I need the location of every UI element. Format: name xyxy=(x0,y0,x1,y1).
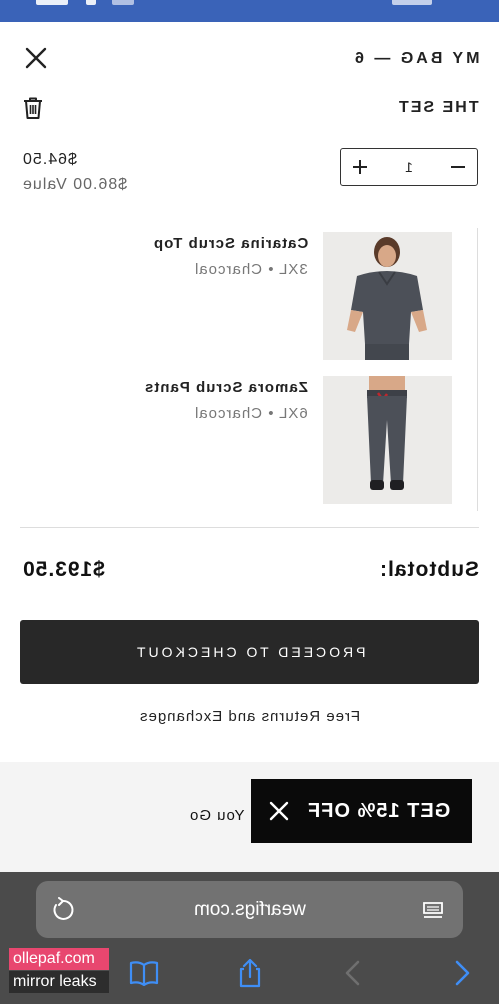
share-icon[interactable] xyxy=(234,957,266,989)
back-icon[interactable] xyxy=(446,957,478,989)
status-bar xyxy=(0,0,499,22)
minus-icon[interactable] xyxy=(439,149,477,185)
promo-trailing-text: You Go xyxy=(189,807,245,824)
address-bar[interactable]: wearfigs.com xyxy=(36,881,463,938)
signal-icon xyxy=(112,0,134,5)
promo-banner[interactable]: GET 15% OFF xyxy=(251,779,472,843)
summary-divider xyxy=(20,527,479,528)
close-icon[interactable] xyxy=(22,44,50,72)
bundle-price: $64.50 xyxy=(22,151,77,168)
item-variant: 6XL • Charcoal xyxy=(194,405,308,422)
watermark-line1: ollepaf.com xyxy=(9,948,109,970)
reader-icon[interactable] xyxy=(421,898,445,922)
returns-note: Free Returns and Exchanges xyxy=(138,708,361,725)
close-icon[interactable] xyxy=(265,797,293,825)
wifi-icon xyxy=(86,0,96,5)
quantity-stepper[interactable]: 1 xyxy=(340,148,478,186)
bundle-name: THE SET xyxy=(397,99,479,116)
watermark-line2: mirror leaks xyxy=(9,971,109,993)
subtotal-amount: $193.50 xyxy=(22,558,105,581)
battery-icon xyxy=(36,0,68,5)
bag-title: MY BAG — 6 xyxy=(351,50,480,67)
product-image-top[interactable] xyxy=(323,232,452,360)
product-image-pants[interactable] xyxy=(323,376,452,504)
time-fragment xyxy=(392,0,432,5)
forward-icon[interactable] xyxy=(337,957,369,989)
item-variant: 3XL • Charcoal xyxy=(194,261,308,278)
item-list-divider xyxy=(477,228,478,511)
subtotal-label: Subtotal: xyxy=(379,558,479,581)
checkout-button-label: PROCEED TO CHECKOUT xyxy=(133,644,366,660)
promo-label: GET 15% OFF xyxy=(307,800,451,822)
plus-icon[interactable] xyxy=(341,149,379,185)
url-text: wearfigs.com xyxy=(193,899,306,920)
bookmarks-icon[interactable] xyxy=(128,957,160,989)
bundle-value: $86.00 Value xyxy=(22,176,128,193)
quantity-value: 1 xyxy=(405,159,413,175)
trash-icon[interactable] xyxy=(20,95,46,121)
checkout-button[interactable]: PROCEED TO CHECKOUT xyxy=(20,620,479,684)
item-name[interactable]: Zamora Scrub Pants xyxy=(144,379,308,396)
item-name[interactable]: Catarina Scrub Top xyxy=(153,235,308,252)
